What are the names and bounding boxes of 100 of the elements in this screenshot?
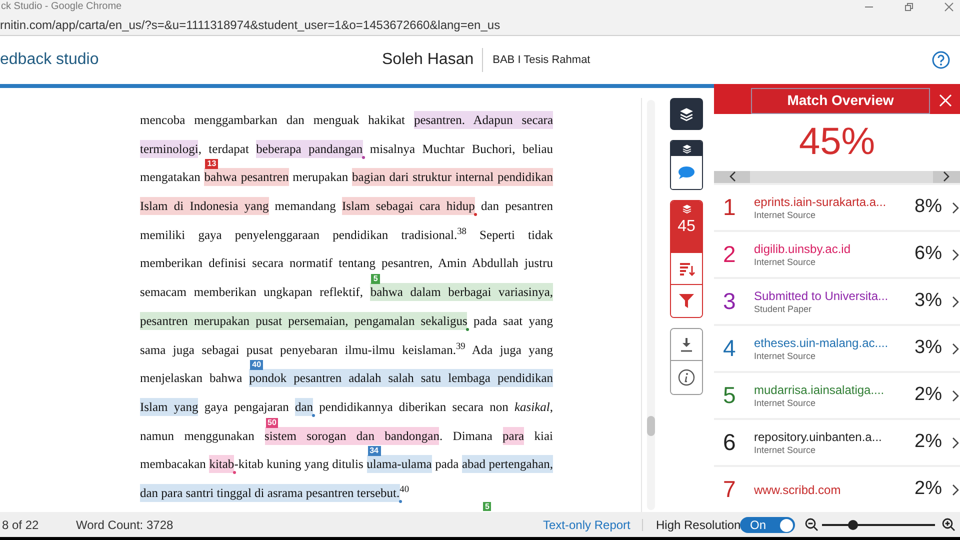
highlighted-text: ulama-ulama [366, 455, 432, 474]
text-run: semacam memberikan ungkapan reflektif, [140, 285, 364, 300]
text-run: mengatakan [140, 170, 202, 184]
layers-icon [679, 106, 694, 122]
text-only-report-link[interactable]: Text-only Report [543, 516, 630, 534]
layers-icon [682, 144, 692, 154]
source-rank: 4 [722, 334, 737, 364]
match-marker[interactable]: 13 [205, 159, 218, 170]
text-run: misalnya Muchtar Buchori, beliau [368, 142, 553, 156]
source-name: repository.uinbanten.a... [754, 430, 883, 444]
highlighted-text: sistem sorogan dan bandongan [264, 426, 440, 445]
student-name: Soleh Hasan [382, 48, 483, 72]
text-run: , terdapat [198, 142, 250, 156]
layers-button[interactable] [670, 98, 703, 130]
filter-icon [679, 294, 694, 308]
match-marker[interactable]: 50 [266, 418, 278, 428]
chevron-right-icon [943, 171, 950, 182]
source-name: eprints.iain-surakarta.a... [754, 194, 888, 208]
match-percent: 3% [914, 336, 942, 360]
zoom-in-icon[interactable] [942, 518, 955, 531]
text-run: menjelaskan bahwa [140, 371, 244, 386]
source-rank: 1 [722, 193, 737, 222]
highlighted-text: terminologi [140, 140, 198, 158]
match-source-row[interactable]: 7 www.scribd.com 2% [714, 467, 960, 512]
match-percent: 2% [914, 430, 942, 454]
text-run: pada [434, 457, 460, 472]
match-marker[interactable]: 40 [250, 360, 264, 370]
match-count-button[interactable]: 45 [671, 201, 702, 253]
highlighted-text: Islam di Indonesia yang [140, 197, 269, 216]
chevron-right-icon [952, 390, 959, 402]
match-marker[interactable]: 5 [371, 274, 380, 284]
next-button[interactable] [933, 170, 960, 183]
download-button[interactable] [671, 329, 702, 361]
match-marker[interactable]: 34 [368, 446, 381, 456]
match-source-row[interactable]: 1 eprints.iain-surakarta.a... Internet Source 8% [714, 185, 960, 230]
source-name: etheses.uin-malang.ac.... [754, 336, 890, 350]
match-source-row[interactable]: 3 Submitted to Universita... Student Paper 3% [714, 279, 960, 324]
highlighted-text: kitab [209, 455, 234, 474]
highlighted-text: pesantren. Adapun secara [414, 111, 554, 129]
source-rank: 2 [722, 240, 737, 270]
source-rank: 3 [722, 287, 737, 316]
scrollbar-thumb[interactable] [647, 416, 655, 436]
source-name: www.scribd.com [754, 482, 842, 496]
previous-button[interactable] [714, 170, 750, 183]
text-run: 40 [400, 486, 409, 498]
highlighted-text: pesantren merupakan pusat persemaian, pengamalan sekaligus [140, 312, 468, 330]
page-indicator: 8 of 22 [2, 516, 39, 534]
match-percent: 2% [914, 383, 942, 408]
help-icon[interactable] [932, 51, 950, 69]
text-run: dan pesantren [480, 199, 553, 214]
source-name: digilib.uinsby.ac.id [754, 242, 852, 256]
info-icon [678, 369, 695, 386]
highlighted-text: dan [295, 398, 314, 416]
match-percent: 6% [914, 242, 942, 266]
source-type: Internet Source [754, 208, 817, 220]
match-percent: 3% [914, 289, 942, 314]
window-title: ck Studio - Google Chrome [0, 2, 122, 12]
source-type: Internet Source [754, 396, 817, 408]
source-type: Internet Source [754, 256, 817, 268]
zoom-slider-thumb[interactable] [848, 520, 858, 530]
text-run: gaya pengajaran [203, 400, 290, 414]
speech-bubble-icon [678, 166, 695, 180]
text-run: memberikan definisi secara normatif tentang pesantren, Amin Abdullah justru [140, 256, 553, 270]
resolution-toggle[interactable]: On [740, 517, 795, 533]
highlighted-text: abad pertengahan, [462, 455, 553, 474]
match-marker[interactable]: 5 [483, 502, 492, 511]
text-run: kiai [533, 428, 553, 443]
highlighted-text: pondok pesantren adalah salah satu lembaga pendidikan [249, 369, 553, 388]
highlighted-text: bahwa pesantren [204, 168, 289, 186]
text-run: merupakan [292, 170, 350, 184]
text-run: pada saat yang [472, 314, 553, 328]
paper-title: BAB I Tesis Rahmat [492, 52, 590, 68]
layers-button[interactable] [671, 141, 702, 156]
source-name: Submitted to Universita... [754, 288, 890, 302]
highlighted-text: para [502, 426, 524, 445]
match-source-row[interactable]: 2 digilib.uinsby.ac.id Internet Source 6% [714, 232, 960, 277]
close-icon [938, 94, 952, 108]
close-icon[interactable] [944, 2, 954, 12]
text-run: pendidikannya diberikan secara non kasikal, [318, 400, 553, 414]
download-icon [680, 338, 693, 352]
highlighted-text: bahwa dalam berbagai variasinya, [370, 283, 554, 302]
restore-icon[interactable] [904, 2, 914, 12]
match-source-row[interactable]: 6 repository.uinbanten.a... Internet Source 2% [714, 420, 960, 465]
chevron-right-icon [952, 484, 959, 496]
word-count: Word Count: 3728 [76, 516, 174, 534]
brand-name: edback studio [0, 50, 99, 70]
chevron-left-icon [728, 171, 736, 182]
panel-title: Match Overview [751, 88, 930, 114]
source-type: Student Paper [754, 302, 813, 314]
text-run: sama juga sebagai pusat penyebaran ilmu-ilmu keislaman.$^{39}$ Ada juga yang [140, 342, 553, 356]
text-run: memiliki gaya penyelenggaraan pendidikan tradisional.$^{38}$ Seperti tidak [140, 228, 553, 242]
zoom-out-icon[interactable] [805, 518, 818, 531]
highlighted-text: dan para santri tinggal di asrama pesantren tersebut. [140, 484, 400, 502]
chevron-right-icon [952, 296, 959, 308]
highlighted-text: bagian dari struktur internal pendidikan [352, 168, 553, 186]
match-source-row[interactable]: 5 mudarrisa.iainsalatiga.... Internet Source 2% [714, 373, 960, 418]
highlighted-text: beberapa pandangan [256, 140, 363, 158]
chevron-right-icon [952, 436, 959, 448]
match-source-row[interactable]: 4 etheses.uin-malang.ac.... Internet Source 3% [714, 326, 960, 371]
source-rank: 5 [722, 381, 737, 410]
